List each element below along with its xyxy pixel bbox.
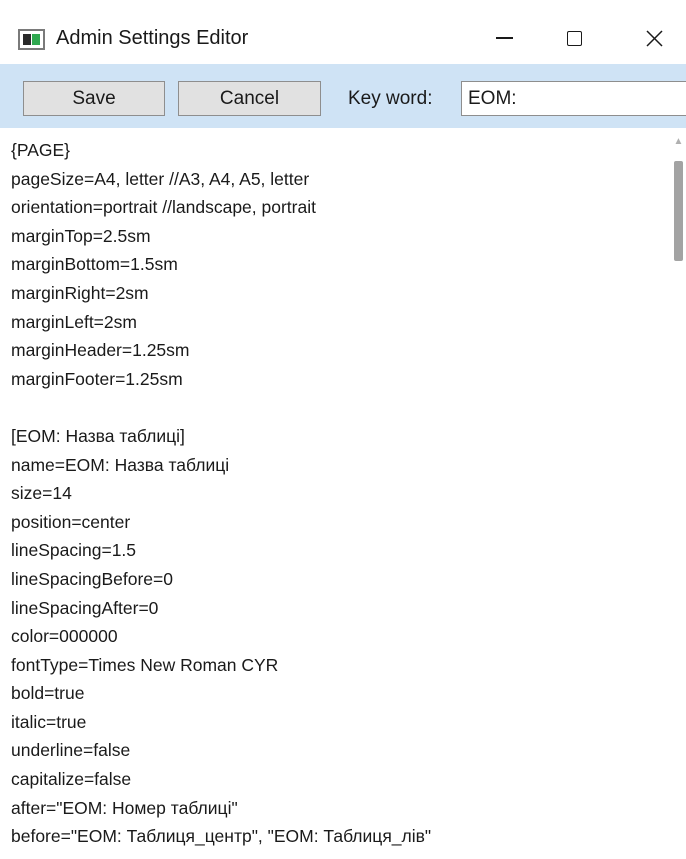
editor-line: lineSpacingBefore=0: [11, 568, 173, 589]
admin-settings-window: Admin Settings Editor Save Cancel Key wo…: [0, 0, 686, 859]
editor-line: underline=false: [11, 740, 131, 761]
editor-line: before="EOM: Таблиця_центр", "EOM: Табли…: [11, 826, 432, 847]
editor-line: marginHeader=1.25sm: [11, 340, 190, 361]
title-bar[interactable]: Admin Settings Editor: [0, 0, 686, 64]
window-title: Admin Settings Editor: [56, 27, 249, 49]
maximize-icon: [566, 30, 582, 46]
editor-line: pageSize=A4, letter //A3, A4, A5, letter: [11, 168, 310, 189]
editor-line: marginFooter=1.25sm: [11, 368, 183, 389]
cancel-button[interactable]: Cancel: [178, 81, 321, 116]
scroll-up-arrow-icon[interactable]: ▲: [673, 136, 684, 147]
editor-line: color=000000: [11, 626, 118, 647]
editor-line: after="EOM: Номер таблиці": [11, 797, 238, 818]
editor-line: size=14: [11, 483, 72, 504]
editor-line: [11, 393, 666, 422]
editor-line: [EOM: Назва таблиці]: [11, 425, 185, 446]
editor-line: marginLeft=2sm: [11, 311, 137, 332]
editor-lines: {PAGE} pageSize=A4, letter //A3, A4, A5, …: [11, 136, 666, 851]
app-window-icon: [18, 29, 45, 50]
toolbar: Save Cancel Key word:: [0, 64, 686, 128]
settings-text-editor[interactable]: {PAGE} pageSize=A4, letter //A3, A4, A5, …: [0, 128, 686, 859]
editor-line: lineSpacingAfter=0: [11, 597, 159, 618]
editor-line: capitalize=false: [11, 769, 132, 790]
minimize-button[interactable]: [481, 16, 527, 60]
editor-line: marginRight=2sm: [11, 282, 149, 303]
save-button[interactable]: Save: [23, 81, 165, 116]
keyword-label: Key word:: [348, 88, 433, 109]
editor-line: orientation=portrait //landscape, portra…: [11, 197, 316, 218]
editor-line: bold=true: [11, 683, 85, 704]
close-icon: [645, 29, 663, 47]
editor-line: marginTop=2.5sm: [11, 225, 151, 246]
keyword-input[interactable]: [461, 81, 686, 116]
scrollbar-thumb[interactable]: [674, 161, 683, 261]
editor-line: fontType=Times New Roman CYR: [11, 654, 279, 675]
editor-line: lineSpacing=1.5: [11, 540, 137, 561]
editor-line: italic=true: [11, 711, 87, 732]
minimize-icon: [495, 37, 513, 39]
maximize-button[interactable]: [551, 16, 597, 60]
vertical-scrollbar[interactable]: ▲: [671, 128, 686, 859]
editor-line: marginBottom=1.5sm: [11, 254, 178, 275]
close-button[interactable]: [631, 16, 677, 60]
editor-line: {PAGE}: [11, 140, 71, 160]
editor-line: name=EOM: Назва таблиці: [11, 454, 230, 475]
editor-line: position=center: [11, 511, 131, 532]
